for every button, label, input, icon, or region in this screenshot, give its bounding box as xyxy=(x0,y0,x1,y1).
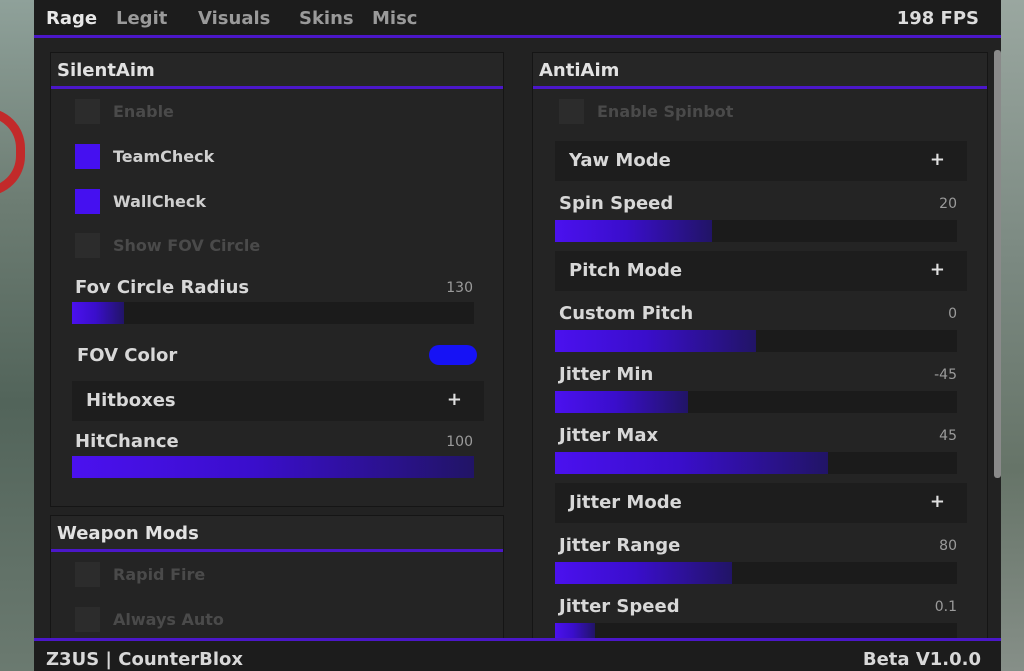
enable-spinbot-label: Enable Spinbot xyxy=(597,102,734,121)
tab-visuals[interactable]: Visuals xyxy=(198,8,270,29)
jitter-mode-dropdown[interactable]: Jitter Mode + xyxy=(555,483,967,523)
jitter-max-label: Jitter Max xyxy=(559,425,659,446)
spin-speed-fill xyxy=(555,220,712,242)
fov-color-row: FOV Color xyxy=(75,345,477,369)
always-auto-checkbox[interactable] xyxy=(75,607,100,632)
anti-aim-title: AntiAim xyxy=(533,53,987,89)
jitter-range-label: Jitter Range xyxy=(559,535,681,556)
tab-skins[interactable]: Skins xyxy=(299,8,354,29)
jitter-max-value: 45 xyxy=(939,428,957,444)
pitch-mode-dropdown[interactable]: Pitch Mode + xyxy=(555,251,967,291)
hit-chance-fill xyxy=(72,456,474,478)
always-auto-label: Always Auto xyxy=(113,610,224,629)
jitter-min-value: -45 xyxy=(934,367,957,383)
wall-check-checkbox[interactable] xyxy=(75,189,100,214)
cheat-menu-window: Rage Legit Visuals Skins Misc 198 FPS Si… xyxy=(34,0,1001,671)
silent-aim-title: SilentAim xyxy=(51,53,503,89)
jitter-range-fill xyxy=(555,562,732,584)
silent-aim-panel: SilentAim Enable TeamCheck WallCheck Sho… xyxy=(50,52,504,507)
custom-pitch-value: 0 xyxy=(948,306,957,322)
tab-misc[interactable]: Misc xyxy=(372,8,417,29)
spin-speed-label: Spin Speed xyxy=(559,193,674,214)
version-label: Beta V1.0.0 xyxy=(862,649,981,670)
jitter-range-value: 80 xyxy=(939,538,957,554)
fps-counter: 198 FPS xyxy=(896,8,979,29)
jitter-mode-label: Jitter Mode xyxy=(569,492,682,513)
jitter-speed-value: 0.1 xyxy=(934,599,957,615)
team-check-label: TeamCheck xyxy=(113,147,215,166)
fov-circle-radius-slider[interactable] xyxy=(72,302,474,324)
jitter-max-slider[interactable] xyxy=(555,452,957,474)
fov-circle-radius-label: Fov Circle Radius xyxy=(75,277,250,298)
fov-color-swatch[interactable] xyxy=(429,345,477,365)
jitter-mode-plus-icon[interactable]: + xyxy=(930,491,945,512)
jitter-max-fill xyxy=(555,452,829,474)
anti-aim-panel: AntiAim Enable Spinbot Yaw Mode + Spin S… xyxy=(532,52,988,645)
hitboxes-plus-icon[interactable]: + xyxy=(447,389,462,410)
hit-chance-value: 100 xyxy=(446,434,473,450)
anti-aim-scrollbar[interactable] xyxy=(994,50,1001,478)
fov-circle-radius-fill xyxy=(72,302,125,324)
show-fov-circle-label: Show FOV Circle xyxy=(113,236,261,255)
hitboxes-label: Hitboxes xyxy=(86,390,176,411)
tab-rage[interactable]: Rage xyxy=(46,8,97,29)
hit-chance-label: HitChance xyxy=(75,431,179,452)
enable-checkbox[interactable] xyxy=(75,99,100,124)
footer-bar: Z3US | CounterBlox Beta V1.0.0 xyxy=(34,638,1001,671)
rapid-fire-label: Rapid Fire xyxy=(113,565,206,584)
fov-color-label: FOV Color xyxy=(77,345,178,366)
hit-chance-slider[interactable] xyxy=(72,456,474,478)
spin-speed-slider[interactable] xyxy=(555,220,957,242)
pitch-mode-plus-icon[interactable]: + xyxy=(930,259,945,280)
yaw-mode-plus-icon[interactable]: + xyxy=(930,149,945,170)
weapon-mods-panel: Weapon Mods Rapid Fire Always Auto xyxy=(50,515,504,640)
jitter-min-slider[interactable] xyxy=(555,391,957,413)
jitter-speed-label: Jitter Speed xyxy=(559,596,680,617)
jitter-min-fill xyxy=(555,391,688,413)
fov-circle-radius-value: 130 xyxy=(446,280,473,296)
weapon-mods-title: Weapon Mods xyxy=(51,516,503,552)
tab-bar: Rage Legit Visuals Skins Misc 198 FPS xyxy=(34,0,1001,38)
brand-label: Z3US | CounterBlox xyxy=(46,649,244,670)
pitch-mode-label: Pitch Mode xyxy=(569,260,683,281)
enable-label: Enable xyxy=(113,102,174,121)
show-fov-circle-checkbox[interactable] xyxy=(75,233,100,258)
custom-pitch-label: Custom Pitch xyxy=(559,303,694,324)
background-red-marker xyxy=(0,108,25,196)
custom-pitch-fill xyxy=(555,330,756,352)
yaw-mode-label: Yaw Mode xyxy=(569,150,671,171)
spin-speed-value: 20 xyxy=(939,196,957,212)
team-check-checkbox[interactable] xyxy=(75,144,100,169)
rapid-fire-checkbox[interactable] xyxy=(75,562,100,587)
jitter-range-slider[interactable] xyxy=(555,562,957,584)
jitter-min-label: Jitter Min xyxy=(559,364,654,385)
hitboxes-dropdown[interactable]: Hitboxes + xyxy=(72,381,484,421)
yaw-mode-dropdown[interactable]: Yaw Mode + xyxy=(555,141,967,181)
wall-check-label: WallCheck xyxy=(113,192,206,211)
tab-legit[interactable]: Legit xyxy=(116,8,167,29)
enable-spinbot-checkbox[interactable] xyxy=(559,99,584,124)
custom-pitch-slider[interactable] xyxy=(555,330,957,352)
